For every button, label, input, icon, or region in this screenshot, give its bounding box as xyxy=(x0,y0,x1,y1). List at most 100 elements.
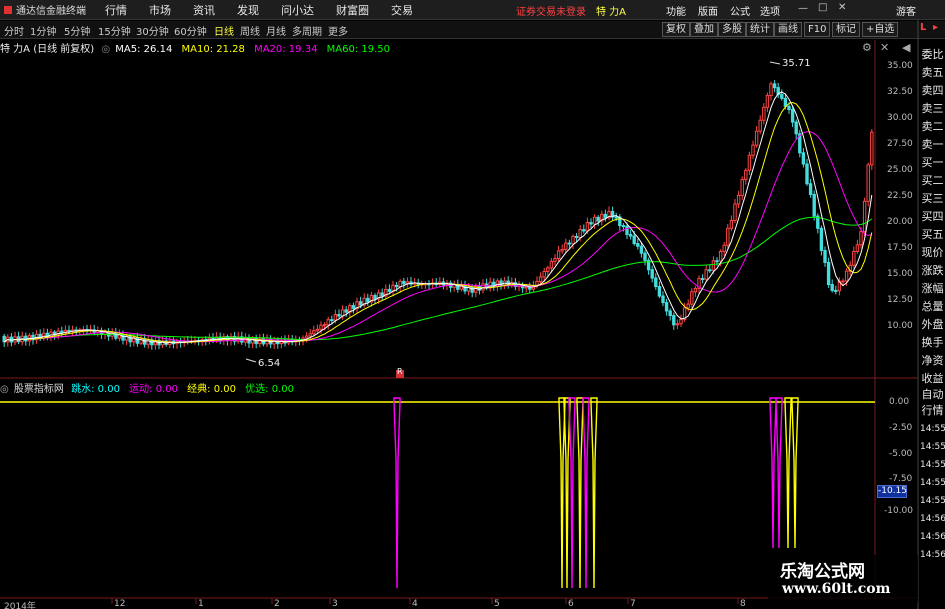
candle-body xyxy=(650,269,654,279)
candle-body xyxy=(319,324,323,330)
indicator-legend: ◎ 股票指标网 跳水: 0.00 运动: 0.00 经典: 0.00 优选: 0… xyxy=(0,380,294,395)
candle-body xyxy=(726,227,730,246)
candle-body xyxy=(729,219,734,229)
candle-body xyxy=(834,289,838,292)
candle-body xyxy=(398,280,402,288)
x-tick: 6 xyxy=(568,599,574,609)
candle-body xyxy=(567,242,572,245)
candle-body xyxy=(772,83,777,89)
panel-toggle-icon[interactable]: ▸ xyxy=(933,22,938,33)
indicator-spike xyxy=(558,397,566,589)
watermark: 乐淘公式网 www.60lt.com xyxy=(768,555,918,603)
candle-body xyxy=(855,244,860,253)
y-tick: 22.50 xyxy=(887,191,913,201)
indicator-label-tiaoshui: 跳水: xyxy=(71,384,95,395)
high-price-label: 35.71 xyxy=(782,58,811,69)
candle-body xyxy=(135,336,140,344)
y-tick: 32.50 xyxy=(887,87,913,97)
candle-body xyxy=(387,288,392,292)
candle-body xyxy=(826,261,831,286)
candle-body xyxy=(765,95,770,108)
indicator-spike xyxy=(563,397,571,589)
low-price-label: 6.54 xyxy=(258,358,281,369)
x-tick: 1 xyxy=(198,599,204,609)
candle-body xyxy=(693,287,698,293)
tick-time: 14:55 xyxy=(920,478,945,488)
indicator-label-youxuan: 优选: xyxy=(245,384,269,395)
sub-y-tick: -7.50 xyxy=(889,474,913,484)
indicator-value-youxuan: 0.00 xyxy=(271,384,294,395)
tick-time: 14:55 xyxy=(920,424,945,434)
candle-body xyxy=(326,319,330,326)
x-tick: 5 xyxy=(494,599,500,609)
candle-body xyxy=(744,169,748,181)
candle-body xyxy=(344,309,348,313)
candle-body xyxy=(60,330,64,334)
candle-body xyxy=(380,292,384,297)
candle-body xyxy=(866,164,870,202)
candle-body xyxy=(596,216,600,222)
tick-time: 14:55 xyxy=(920,442,945,452)
candle-body xyxy=(783,97,788,107)
y-tick: 20.00 xyxy=(887,217,913,227)
candle-body xyxy=(751,144,755,156)
indicator-spike xyxy=(590,397,598,589)
candle-body xyxy=(553,258,557,262)
candle-body xyxy=(366,297,370,303)
tick-time: 14:55 xyxy=(920,496,945,506)
candle-body xyxy=(830,284,834,291)
y-tick: 15.00 xyxy=(887,269,913,279)
watermark-title: 乐淘公式网 xyxy=(780,562,865,582)
indicator-spike xyxy=(576,397,584,589)
candle-body xyxy=(373,294,377,300)
candle-body xyxy=(49,331,53,337)
candle-body xyxy=(556,250,561,260)
candle-body xyxy=(564,242,568,250)
candle-body xyxy=(333,314,338,321)
candle-body xyxy=(614,216,618,219)
candle-body xyxy=(754,130,759,146)
ma60-line xyxy=(3,216,873,343)
y-tick: 25.00 xyxy=(887,165,913,175)
candle-body xyxy=(790,108,795,123)
indicator-spike xyxy=(582,397,590,589)
candle-body xyxy=(718,250,723,262)
indicator-settings-icon[interactable]: ◎ xyxy=(0,384,9,395)
candle-body xyxy=(819,227,824,251)
indicator-value-yundong: 0.00 xyxy=(155,384,178,395)
candle-body xyxy=(870,131,874,166)
indicator-spike xyxy=(791,397,799,549)
y-tick: 27.50 xyxy=(887,139,913,149)
candle-body xyxy=(394,284,399,288)
candle-body xyxy=(9,336,14,343)
indicator-spike xyxy=(775,397,783,549)
side-auto[interactable]: 自动 xyxy=(920,388,945,402)
candle-body xyxy=(560,248,564,252)
panel-level-icon[interactable]: L xyxy=(920,22,926,33)
candle-body xyxy=(330,319,334,322)
candle-body xyxy=(636,243,640,247)
candle-body xyxy=(121,334,125,341)
candle-body xyxy=(574,235,579,239)
side-outer: 外盘 xyxy=(921,318,944,331)
indicator-spikes xyxy=(393,397,799,589)
kline-chart[interactable] xyxy=(0,0,945,609)
candle-body xyxy=(794,121,798,135)
side-buy4: 买四 xyxy=(921,210,944,223)
candle-body xyxy=(24,335,28,342)
y-tick: 17.50 xyxy=(887,243,913,253)
candle-body xyxy=(690,291,694,305)
candle-body xyxy=(661,295,665,304)
candle-body xyxy=(801,152,806,165)
candle-body xyxy=(304,335,309,339)
x-tick: 2 xyxy=(274,599,280,609)
candle-body xyxy=(358,301,363,306)
candle-body xyxy=(675,323,680,326)
side-quote[interactable]: 行情 xyxy=(920,404,945,418)
candle-body xyxy=(585,222,590,232)
side-sell1: 卖一 xyxy=(921,138,944,151)
indicator-value-jingdian: 0.00 xyxy=(213,384,236,395)
y-tick: 12.50 xyxy=(887,295,913,305)
candle-body xyxy=(780,93,784,99)
side-sell3: 卖三 xyxy=(921,102,944,115)
